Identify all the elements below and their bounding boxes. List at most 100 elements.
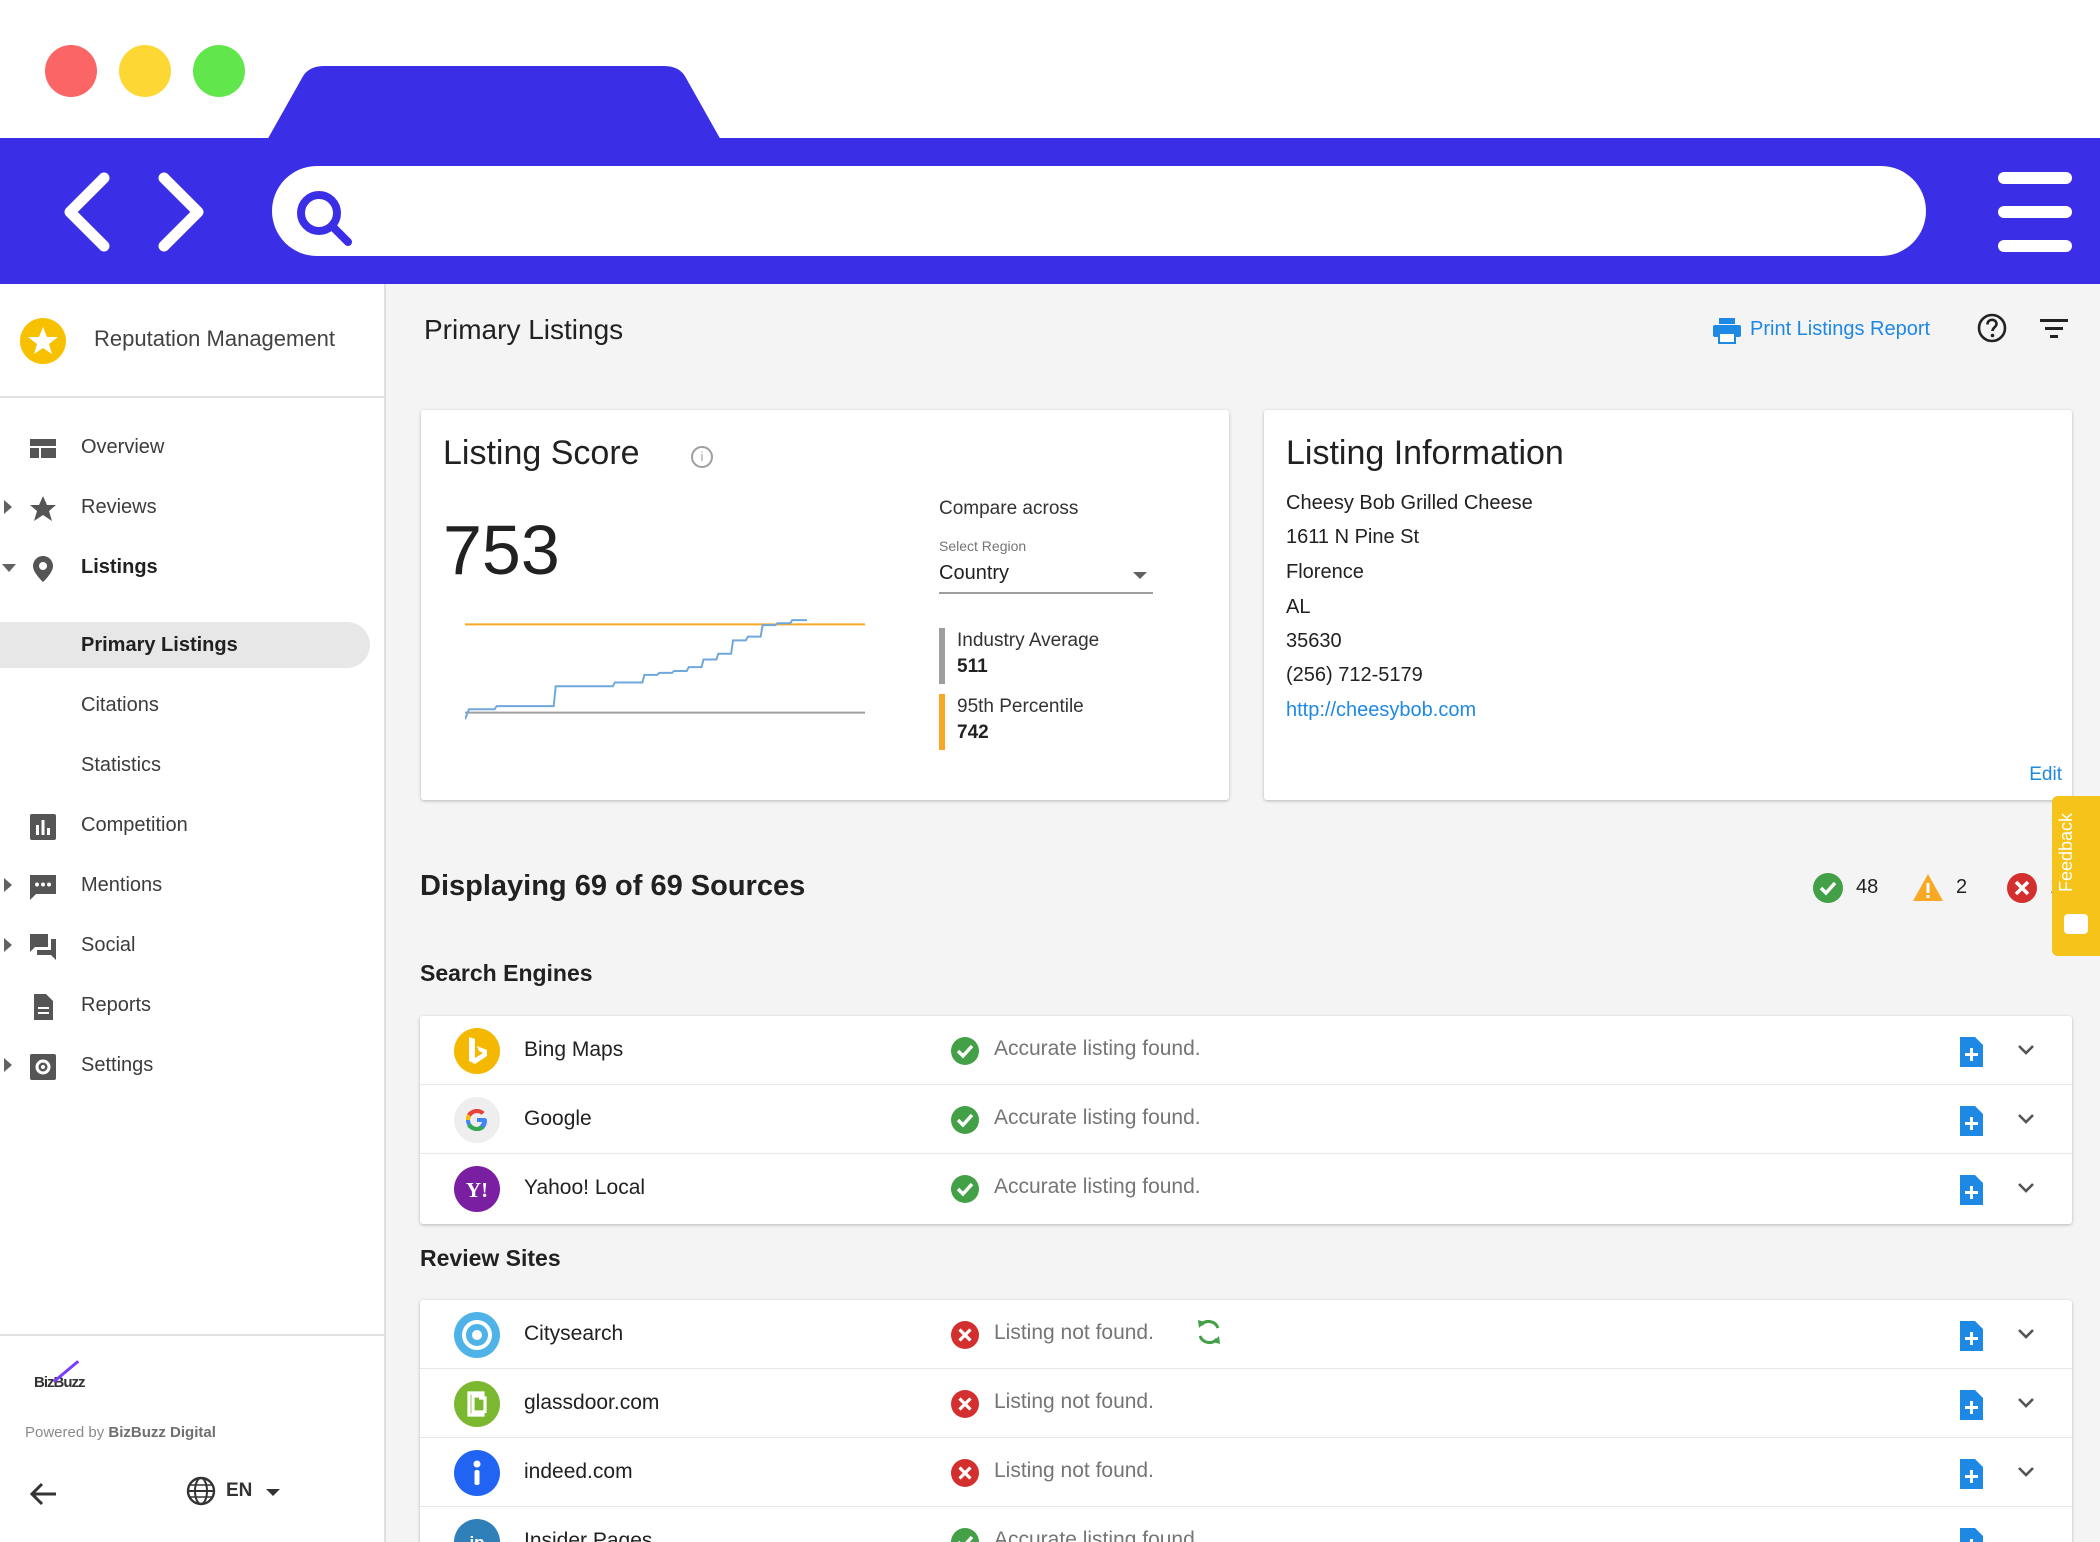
- sync-icon[interactable]: [1194, 1316, 1224, 1348]
- chevron-left-icon[interactable]: [58, 170, 122, 254]
- feedback-tab[interactable]: Feedback: [2052, 796, 2100, 956]
- app-window: Reputation Management Overview Reviews L…: [0, 284, 2100, 1542]
- source-row-glassdoor[interactable]: glassdoor.com Listing not found.: [420, 1369, 2072, 1438]
- check-circle-icon: [1813, 873, 1843, 903]
- document-icon: [34, 994, 53, 1020]
- select-region-label: Select Region: [939, 538, 1027, 554]
- sidebar-item-label: Reports: [81, 994, 152, 1016]
- percentile-label: 95th Percentile: [957, 696, 1084, 717]
- source-name: Insider Pages: [524, 1529, 653, 1542]
- source-status: Accurate listing found.: [994, 1528, 1201, 1542]
- chevron-down-icon[interactable]: [2016, 1324, 2036, 1344]
- add-document-icon[interactable]: [1958, 1458, 1984, 1490]
- source-status: Accurate listing found.: [994, 1106, 1201, 1129]
- window-close-dot[interactable]: [45, 45, 97, 97]
- add-document-icon[interactable]: [1958, 1527, 1984, 1542]
- arrow-left-icon[interactable]: [28, 1480, 58, 1508]
- sidebar-item-social[interactable]: Social: [0, 922, 384, 968]
- source-name: glassdoor.com: [524, 1391, 660, 1414]
- help-circle-icon[interactable]: [1976, 312, 2008, 344]
- info-icon[interactable]: i: [691, 446, 713, 468]
- sidebar: Reputation Management Overview Reviews L…: [0, 284, 386, 1542]
- browser-tab[interactable]: [266, 66, 722, 142]
- filter-icon[interactable]: [2040, 318, 2068, 340]
- sidebar-item-label: Primary Listings: [81, 634, 238, 656]
- sidebar-item-statistics[interactable]: Statistics: [0, 742, 384, 788]
- warning-count: 2: [1956, 876, 1968, 898]
- source-name: Citysearch: [524, 1322, 624, 1345]
- percentile-legend: 95th Percentile 742: [939, 694, 1139, 750]
- chevron-down-icon[interactable]: [2016, 1040, 2036, 1060]
- sidebar-item-listings[interactable]: Listings: [0, 544, 384, 590]
- source-row-indeed[interactable]: indeed.com Listing not found.: [420, 1438, 2072, 1507]
- add-document-icon[interactable]: [1958, 1036, 1984, 1068]
- section-search-engines: Search Engines: [420, 960, 593, 986]
- score-trend-chart: [465, 619, 865, 720]
- business-name: Cheesy Bob Grilled Cheese: [1286, 492, 1533, 514]
- add-document-icon[interactable]: [1958, 1320, 1984, 1352]
- source-name: Google: [524, 1107, 592, 1130]
- hamburger-menu-icon[interactable]: [1998, 172, 2072, 252]
- citysearch-logo: [454, 1312, 500, 1358]
- add-document-icon[interactable]: [1958, 1105, 1984, 1137]
- add-document-icon[interactable]: [1958, 1174, 1984, 1206]
- chevron-down-icon[interactable]: [2016, 1393, 2036, 1413]
- source-name: Yahoo! Local: [524, 1176, 646, 1199]
- chevron-down-icon[interactable]: [2016, 1178, 2036, 1198]
- powered-by-text: Powered by BizBuzz Digital: [25, 1424, 216, 1441]
- sidebar-item-label: Reviews: [81, 496, 157, 518]
- caret-right-icon: [4, 500, 12, 514]
- chevron-right-icon[interactable]: [150, 170, 214, 254]
- sidebar-item-label: Listings: [81, 556, 158, 578]
- sidebar-item-competition[interactable]: Competition: [0, 802, 384, 848]
- insiderpages-logo: ip: [454, 1519, 500, 1542]
- business-state: AL: [1286, 596, 1311, 618]
- sidebar-item-reviews[interactable]: Reviews: [0, 484, 384, 530]
- business-zip: 35630: [1286, 630, 1342, 652]
- error-circle-icon: [951, 1321, 979, 1349]
- feedback-label: Feedback: [2056, 812, 2076, 892]
- window-minimize-dot[interactable]: [119, 45, 171, 97]
- add-document-icon[interactable]: [1958, 1389, 1984, 1421]
- warning-triangle-icon: [1913, 874, 1943, 901]
- source-name: Bing Maps: [524, 1038, 624, 1061]
- source-status: Listing not found.: [994, 1321, 1154, 1344]
- source-row-bing-maps[interactable]: Bing Maps Accurate listing found.: [420, 1016, 2072, 1085]
- chevron-down-icon[interactable]: [2016, 1462, 2036, 1482]
- caret-down-icon: [2, 564, 16, 572]
- sidebar-item-reports[interactable]: Reports: [0, 982, 384, 1028]
- percentile-swatch: [939, 694, 945, 750]
- industry-average-label: Industry Average: [957, 630, 1100, 651]
- sidebar-item-settings[interactable]: Settings: [0, 1042, 384, 1088]
- edit-listing-link[interactable]: Edit: [2029, 764, 2062, 786]
- score-trend-series: [465, 619, 807, 720]
- error-circle-icon: [951, 1459, 979, 1487]
- sidebar-item-primary-listings[interactable]: Primary Listings: [0, 622, 370, 668]
- error-circle-icon: [2007, 873, 2037, 903]
- check-circle-icon: [951, 1528, 979, 1542]
- section-review-sites: Review Sites: [420, 1245, 561, 1271]
- source-row-citysearch[interactable]: Citysearch Listing not found.: [420, 1300, 2072, 1369]
- chevron-down-icon[interactable]: [2016, 1109, 2036, 1129]
- search-engines-list: Bing Maps Accurate listing found. Google…: [420, 1016, 2072, 1224]
- source-row-google[interactable]: Google Accurate listing found.: [420, 1085, 2072, 1154]
- address-bar[interactable]: [272, 166, 1926, 256]
- source-row-insider-pages[interactable]: ip Insider Pages Accurate listing found.: [420, 1507, 2072, 1542]
- location-pin-icon: [33, 556, 53, 582]
- svg-text:ip: ip: [469, 1533, 484, 1542]
- sidebar-item-label: Social: [81, 934, 136, 956]
- region-select[interactable]: Country: [939, 558, 1153, 594]
- business-website-link[interactable]: http://cheesybob.com: [1286, 699, 1476, 722]
- main-content: Primary Listings Print Listings Report L…: [386, 284, 2100, 1542]
- sidebar-item-mentions[interactable]: Mentions: [0, 862, 384, 908]
- source-row-yahoo-local[interactable]: Y! Yahoo! Local Accurate listing found.: [420, 1154, 2072, 1223]
- window-maximize-dot[interactable]: [193, 45, 245, 97]
- source-status: Listing not found.: [994, 1459, 1154, 1482]
- sidebar-item-overview[interactable]: Overview: [0, 424, 384, 470]
- print-listings-report-label: Print Listings Report: [1750, 318, 1931, 340]
- glassdoor-logo: [454, 1381, 500, 1427]
- listing-score-title: Listing Score: [443, 434, 640, 472]
- sidebar-item-label: Competition: [81, 814, 188, 836]
- sidebar-item-citations[interactable]: Citations: [0, 682, 384, 728]
- error-circle-icon: [951, 1390, 979, 1418]
